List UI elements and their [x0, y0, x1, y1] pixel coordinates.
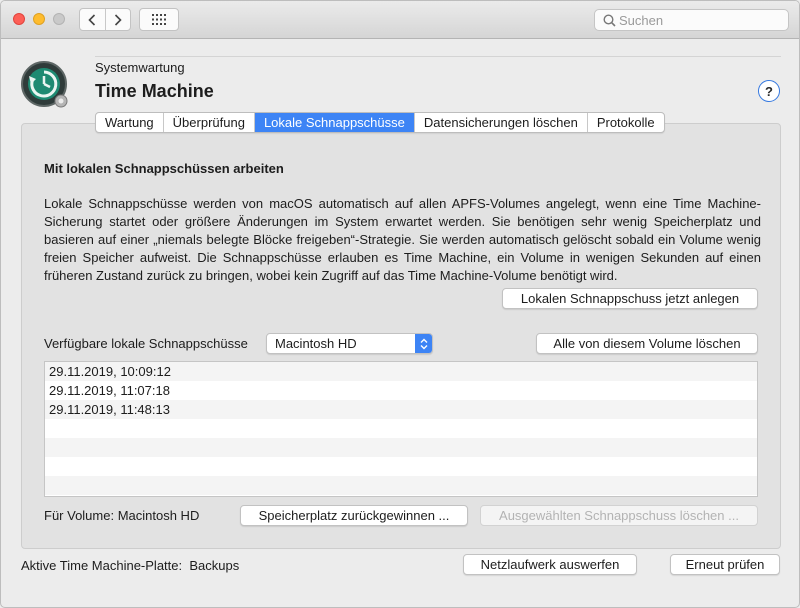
page-subtitle: Systemwartung: [95, 60, 185, 75]
create-snapshot-button[interactable]: Lokalen Schnappschuss jetzt anlegen: [502, 288, 758, 309]
forward-button[interactable]: [104, 9, 130, 30]
app-window: Systemwartung Time Machine ? Wartung Übe…: [0, 0, 800, 608]
help-button[interactable]: ?: [758, 80, 780, 102]
volume-label: Verfügbare lokale Schnappschüsse: [44, 336, 248, 351]
list-item[interactable]: 29.11.2019, 10:09:12: [45, 362, 757, 381]
tab-lokale-schnappschuesse[interactable]: Lokale Schnappschüsse: [254, 113, 415, 132]
for-volume-label: Für Volume: Macintosh HD: [44, 508, 200, 523]
snapshot-list[interactable]: 29.11.2019, 10:09:12 29.11.2019, 11:07:1…: [44, 361, 758, 497]
tab-wartung[interactable]: Wartung: [96, 113, 164, 132]
list-item: [45, 495, 757, 496]
chevron-right-icon: [114, 13, 122, 26]
header-divider: [95, 56, 781, 57]
show-all-button[interactable]: [139, 8, 179, 31]
time-machine-icon: [19, 59, 71, 111]
tab-protokolle[interactable]: Protokolle: [588, 113, 664, 132]
chevron-up-down-icon: [415, 334, 432, 353]
search-field[interactable]: [594, 9, 789, 31]
search-input[interactable]: [619, 12, 779, 28]
reclaim-space-button[interactable]: Speicherplatz zurückgewinnen ...: [240, 505, 468, 526]
list-item: [45, 438, 757, 457]
tab-ueberpruefung[interactable]: Überprüfung: [164, 113, 255, 132]
delete-selected-button[interactable]: Ausgewählten Schnappschuss löschen ...: [480, 505, 758, 526]
page-title: Time Machine: [95, 81, 214, 101]
list-item: [45, 476, 757, 495]
search-icon: [599, 13, 619, 27]
grid-icon: [152, 14, 166, 25]
nav-buttons: [79, 8, 131, 31]
recheck-button[interactable]: Erneut prüfen: [670, 554, 780, 575]
back-button[interactable]: [80, 9, 105, 30]
volume-select[interactable]: Macintosh HD: [266, 333, 433, 354]
chevron-left-icon: [88, 13, 96, 26]
section-title: Mit lokalen Schnappschüssen arbeiten: [44, 161, 284, 176]
zoom-window-button[interactable]: [53, 13, 65, 25]
minimize-window-button[interactable]: [33, 13, 45, 25]
eject-network-drive-button[interactable]: Netzlaufwerk auswerfen: [463, 554, 637, 575]
tab-bar: Wartung Überprüfung Lokale Schnappschüss…: [95, 112, 665, 133]
list-item: [45, 457, 757, 476]
list-item[interactable]: 29.11.2019, 11:07:18: [45, 381, 757, 400]
list-item: [45, 419, 757, 438]
tab-datensicherungen-loeschen[interactable]: Datensicherungen löschen: [415, 113, 588, 132]
close-window-button[interactable]: [13, 13, 25, 25]
titlebar: [1, 1, 799, 39]
description-text: Lokale Schnappschüsse werden von macOS a…: [44, 196, 761, 283]
list-item[interactable]: 29.11.2019, 11:48:13: [45, 400, 757, 419]
volume-select-value: Macintosh HD: [275, 336, 357, 351]
delete-all-button[interactable]: Alle von diesem Volume löschen: [536, 333, 758, 354]
active-disk-label: Aktive Time Machine-Platte: Backups: [21, 558, 240, 573]
